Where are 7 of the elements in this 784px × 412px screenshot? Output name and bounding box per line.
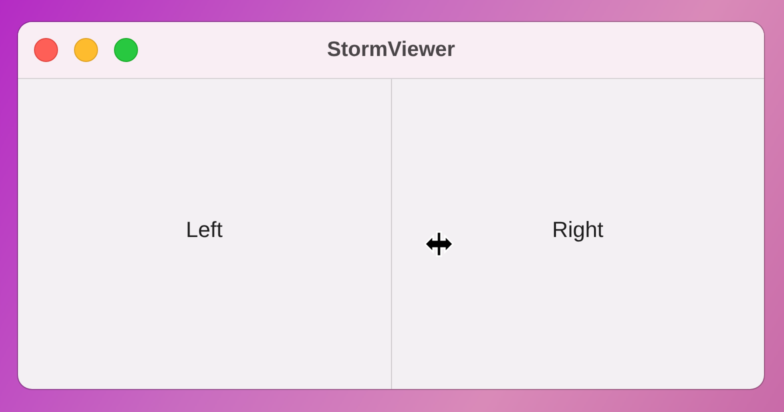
pane-label: Left [186, 217, 223, 243]
resize-cursor-icon [424, 230, 454, 258]
minimize-button[interactable] [74, 38, 98, 62]
window-title: StormViewer [327, 38, 455, 62]
zoom-button[interactable] [114, 38, 138, 62]
close-button[interactable] [34, 38, 58, 62]
pane-label: Right [552, 217, 604, 243]
